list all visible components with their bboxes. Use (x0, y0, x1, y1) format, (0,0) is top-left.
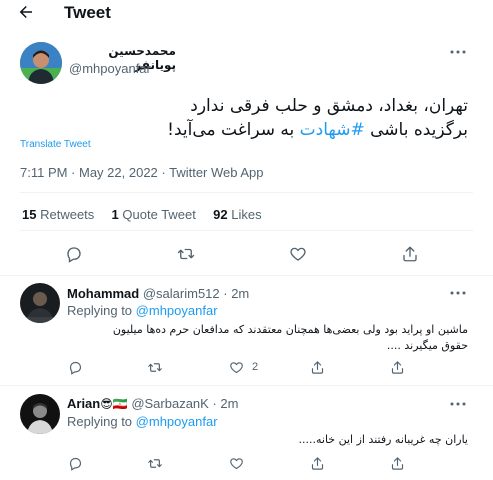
tweet-more-button[interactable] (446, 44, 470, 60)
author-avatar[interactable] (20, 42, 62, 84)
retweet-icon (148, 362, 162, 372)
more-icon (450, 402, 466, 406)
reply-bookmark-share-button[interactable] (387, 454, 407, 472)
header: Tweet (0, 0, 493, 28)
reply-reply-button[interactable] (65, 454, 85, 472)
divider (0, 275, 493, 276)
divider (0, 385, 493, 386)
likes-count: 92 (213, 207, 228, 222)
retweets-label: Retweets (40, 207, 95, 222)
tweet-text-post: به سراغت می‌آید! (167, 120, 300, 140)
reply-header: Mohammad @salarim512 · 2m (67, 286, 249, 301)
tweet-stats: 15 Retweets 1 Quote Tweet 92 Likes (22, 207, 262, 222)
reply-more-button[interactable] (446, 396, 470, 412)
replying-to-prefix: Replying to (67, 414, 133, 429)
page-title: Tweet (64, 3, 111, 22)
replying-to-handle[interactable]: @mhpoyanfar (136, 303, 218, 318)
like-icon (229, 361, 243, 373)
share-icon (391, 360, 403, 374)
retweet-button[interactable] (174, 243, 198, 265)
reply-author-name[interactable]: Arian (67, 396, 100, 411)
share-button[interactable] (398, 243, 422, 265)
reply-author-handle[interactable]: @SarbazanK (131, 396, 209, 411)
like-button[interactable] (286, 243, 310, 265)
reply-author-handle[interactable]: @salarim512 (143, 286, 220, 301)
like-icon (229, 457, 243, 469)
reply-button[interactable] (62, 243, 86, 265)
reply-header: Arian😎🇮🇷 @SarbazanK · 2m (67, 396, 238, 411)
retweet-icon (148, 458, 162, 468)
reply-author-emojis: 😎🇮🇷 (100, 397, 128, 411)
reply-avatar[interactable] (20, 394, 60, 434)
retweet-icon (177, 248, 195, 260)
reply-more-button[interactable] (446, 285, 470, 301)
reply-time[interactable]: · 2m (212, 396, 238, 411)
replying-to: Replying to @mhpoyanfar (67, 414, 218, 429)
replying-to: Replying to @mhpoyanfar (67, 303, 218, 318)
reply-like-count: 2 (252, 361, 259, 373)
retweets-count: 15 (22, 207, 37, 222)
tweet-text-pre: برگزیده باشی (364, 120, 468, 140)
quotes-label: Quote Tweet (122, 207, 196, 222)
likes-stat[interactable]: 92 Likes (213, 207, 261, 222)
tweet-text: تهران، بغداد، دمشق و حلب فرقی ندارد برگز… (90, 94, 468, 142)
reply-like-button[interactable] (226, 358, 246, 376)
reply-retweet-button[interactable] (145, 454, 165, 472)
share-icon (311, 360, 323, 374)
share-icon (311, 456, 323, 470)
reply-icon (69, 361, 81, 375)
reply-time[interactable]: · 2m (223, 286, 249, 301)
reply-share-button[interactable] (307, 358, 327, 376)
more-icon (450, 291, 466, 295)
quotes-stat[interactable]: 1 Quote Tweet (112, 207, 196, 222)
quotes-count: 1 (111, 207, 119, 222)
reply-text-line1: ماشین او پراید بود ولی بعضی‌ها همچنان مع… (112, 323, 468, 336)
more-icon (450, 50, 466, 54)
reply-icon (67, 247, 81, 263)
reply-retweet-button[interactable] (145, 358, 165, 376)
reply-reply-button[interactable] (65, 358, 85, 376)
reply-like-button[interactable] (226, 454, 246, 472)
divider (20, 192, 473, 193)
likes-label: Likes (231, 207, 262, 222)
reply-share-button[interactable] (307, 454, 327, 472)
hashtag-link[interactable]: #شهادت (300, 120, 365, 140)
share-icon (391, 456, 403, 470)
divider (20, 230, 473, 231)
tweet-text-line2: برگزیده باشی #شهادت به سراغت می‌آید! (90, 118, 468, 142)
reply-avatar[interactable] (20, 283, 60, 323)
author-handle[interactable]: @mhpoyanfar (69, 61, 151, 76)
tweet-text-line1: تهران، بغداد، دمشق و حلب فرقی ندارد (190, 96, 468, 116)
reply-text: ماشین او پراید بود ولی بعضی‌ها همچنان مع… (67, 322, 468, 354)
replying-to-handle[interactable]: @mhpoyanfar (136, 414, 218, 429)
replying-to-prefix: Replying to (67, 303, 133, 318)
back-arrow-icon (19, 6, 32, 18)
reply-text: یاران چه غریبانه رفتند از این خانه..... (298, 433, 469, 446)
share-icon (403, 246, 417, 262)
translate-tweet-link[interactable]: Translate Tweet (20, 139, 91, 150)
tweet-timestamp[interactable]: 7:11 PM · May 22, 2022 · Twitter Web App (20, 165, 264, 180)
reply-bookmark-share-button[interactable] (387, 358, 407, 376)
reply-author-name[interactable]: Mohammad (67, 286, 139, 301)
like-icon (290, 247, 306, 261)
reply-text-line2: حقوق میگیرند .... (386, 339, 468, 352)
reply-icon (69, 457, 81, 471)
retweets-stat[interactable]: 15 Retweets (22, 207, 94, 222)
back-button[interactable] (12, 0, 40, 24)
